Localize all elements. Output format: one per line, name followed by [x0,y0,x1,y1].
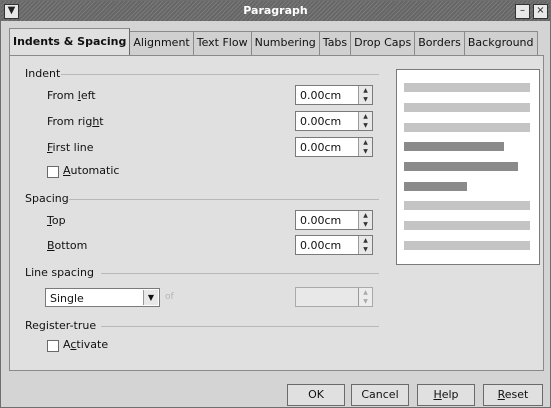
line-spacing-value-field[interactable]: ▲ ▼ [295,287,373,307]
reset-button[interactable]: Reset [483,384,543,406]
help-button[interactable]: Help [417,384,475,406]
spacing-heading: Spacing [25,192,69,205]
preview-line [404,221,530,230]
tab-background[interactable]: Background [464,31,538,55]
preview-line [404,241,530,250]
top-label: Top [47,214,66,227]
first-line-field[interactable]: 0.00cm ▲ ▼ [295,137,373,157]
from-right-field[interactable]: 0.00cm ▲ ▼ [295,111,373,131]
first-line-spinner[interactable]: ▲ ▼ [358,138,372,156]
preview-line [404,201,530,210]
spacing-divider [69,199,379,200]
preview-line-current [404,162,518,171]
line-spacing-heading: Line spacing [25,266,94,279]
paragraph-dialog: ▼ Paragraph – × Indents & Spacing Alignm… [0,0,551,408]
bottom-spacing-spinner[interactable]: ▲ ▼ [358,236,372,254]
preview-line [404,103,530,112]
register-true-heading: Register-true [25,319,97,332]
from-left-label: From left [47,89,96,102]
from-right-value[interactable]: 0.00cm [300,115,341,128]
line-spacing-of-label: of [165,292,174,302]
chevron-down-icon[interactable]: ▼ [143,290,158,305]
tab-text-flow[interactable]: Text Flow [193,31,252,55]
from-right-spinner[interactable]: ▲ ▼ [358,112,372,130]
top-spacing-field[interactable]: 0.00cm ▲ ▼ [295,210,373,230]
tab-indents-spacing[interactable]: Indents & Spacing [9,28,131,55]
indent-divider [61,74,379,75]
indent-heading: Indent [25,67,61,80]
bottom-spacing-value[interactable]: 0.00cm [300,239,341,252]
tab-bar: Indents & Spacing Alignment Text Flow Nu… [9,28,538,55]
first-line-value[interactable]: 0.00cm [300,141,341,154]
title-bar[interactable]: ▼ Paragraph – × [1,1,550,21]
tab-alignment[interactable]: Alignment [130,31,194,55]
from-left-value[interactable]: 0.00cm [300,89,341,102]
line-spacing-selected[interactable]: Single [50,292,84,305]
paragraph-preview [396,69,540,265]
line-spacing-select[interactable]: Single ▼ [45,288,160,307]
preview-line [404,83,530,92]
top-spacing-value[interactable]: 0.00cm [300,214,341,227]
tab-tabs[interactable]: Tabs [319,31,352,55]
bottom-spacing-field[interactable]: 0.00cm ▲ ▼ [295,235,373,255]
automatic-checkbox[interactable] [47,166,59,178]
window-title: Paragraph [243,4,308,17]
preview-line-current [404,182,467,191]
top-spacing-spinner[interactable]: ▲ ▼ [358,211,372,229]
activate-checkbox[interactable] [47,340,59,352]
activate-label[interactable]: Activate [63,338,108,351]
minimize-button[interactable]: – [515,4,530,19]
tab-numbering[interactable]: Numbering [251,31,320,55]
close-button[interactable]: × [533,4,548,19]
line-spacing-divider [101,273,379,274]
ok-button[interactable]: OK [287,384,345,406]
tab-borders[interactable]: Borders [415,31,465,55]
automatic-label[interactable]: Automatic [63,164,119,177]
cancel-button[interactable]: Cancel [351,384,409,406]
tab-drop-caps[interactable]: Drop Caps [351,31,416,55]
from-left-field[interactable]: 0.00cm ▲ ▼ [295,85,373,105]
from-left-spinner[interactable]: ▲ ▼ [358,86,372,104]
first-line-label: First line [47,141,94,154]
preview-line [404,123,530,132]
register-true-divider [101,326,379,327]
line-spacing-spinner: ▲ ▼ [358,288,372,306]
from-right-label: From right [47,115,104,128]
preview-line-current [404,142,504,151]
bottom-label: Bottom [47,239,88,252]
